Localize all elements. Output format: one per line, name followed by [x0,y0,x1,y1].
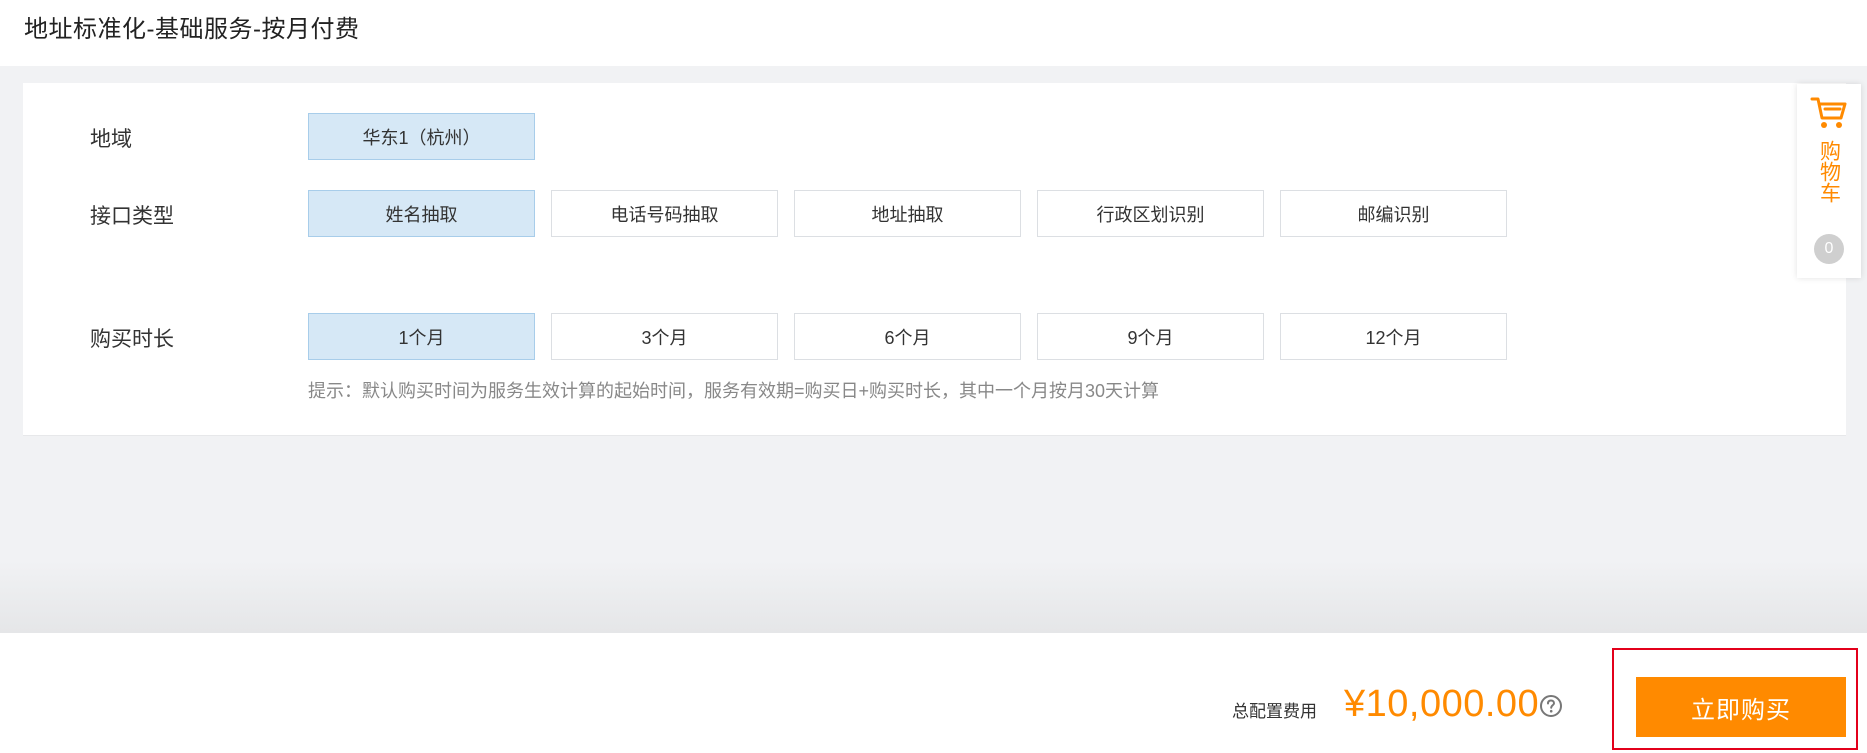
duration-option-3-months[interactable]: 3个月 [551,313,778,360]
duration-tip: 提示：默认购买时间为服务生效计算的起始时间，服务有效期=购买日+购买时长，其中一… [308,381,1160,401]
cart-widget[interactable]: 购物车 0 [1797,84,1861,278]
duration-option-9-months[interactable]: 9个月 [1037,313,1264,360]
api-type-option-address-extract[interactable]: 地址抽取 [794,190,1021,237]
shopping-cart-icon [1810,97,1847,128]
duration-option-12-months[interactable]: 12个月 [1280,313,1507,360]
content-fade [0,560,1867,633]
api-type-label: 接口类型 [90,205,174,228]
page-header: 地址标准化-基础服务-按月付费 [0,0,1867,66]
duration-option-6-months[interactable]: 6个月 [794,313,1021,360]
api-type-option-postcode-recognize[interactable]: 邮编识别 [1280,190,1507,237]
api-type-option-division-recognize[interactable]: 行政区划识别 [1037,190,1264,237]
duration-label: 购买时长 [90,328,174,351]
cart-label: 购物车 [1817,140,1841,203]
total-price: ¥10,000.00 [1344,683,1540,725]
total-cost-label: 总配置费用 [1232,702,1317,721]
page-title: 地址标准化-基础服务-按月付费 [24,16,360,43]
api-type-option-name-extract[interactable]: 姓名抽取 [308,190,535,237]
footer-bar [0,633,1867,753]
question-circle-icon[interactable] [1539,694,1563,718]
api-type-option-phone-extract[interactable]: 电话号码抽取 [551,190,778,237]
duration-option-1-month[interactable]: 1个月 [308,313,535,360]
buy-now-button[interactable]: 立即购买 [1636,677,1846,737]
cart-count-badge: 0 [1814,234,1844,264]
region-label: 地域 [90,128,132,151]
region-option-hangzhou[interactable]: 华东1（杭州） [308,113,535,160]
config-card: 地域 华东1（杭州） 接口类型 姓名抽取 电话号码抽取 地址抽取 行政区划识别 … [23,83,1846,436]
